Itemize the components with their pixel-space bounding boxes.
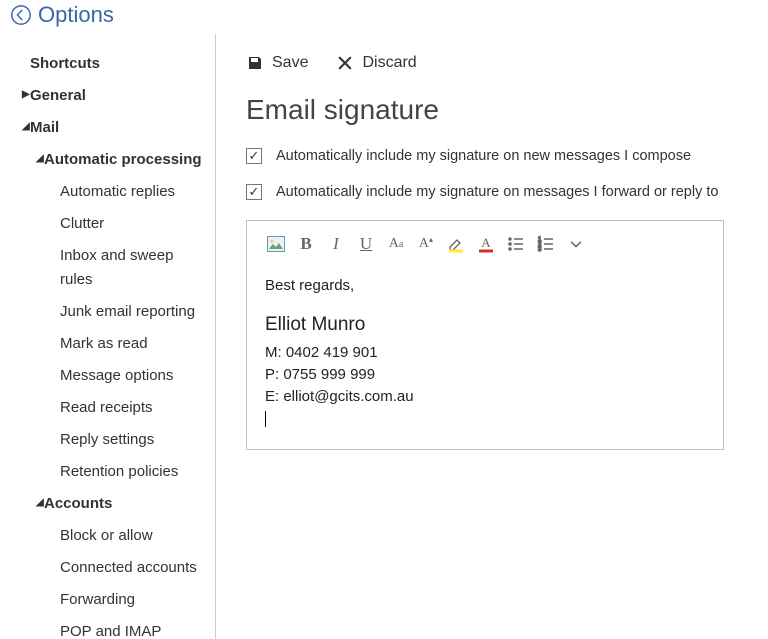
- insert-image-icon[interactable]: [261, 231, 291, 257]
- close-icon: [336, 54, 354, 72]
- nav-accounts-label: Accounts: [44, 495, 112, 512]
- checkbox-icon: ✓: [246, 148, 262, 164]
- save-icon: [246, 54, 264, 72]
- page-title: Email signature: [246, 94, 738, 126]
- italic-icon[interactable]: I: [321, 231, 351, 257]
- font-color-icon[interactable]: A: [471, 231, 501, 257]
- sig-greeting: Best regards,: [265, 275, 705, 297]
- bullet-list-icon[interactable]: [501, 231, 531, 257]
- signature-textarea[interactable]: Best regards, Elliot Munro M: 0402 419 9…: [247, 265, 723, 449]
- font-size-icon[interactable]: Aa: [381, 231, 411, 257]
- sidebar: Shortcuts ▶General ◢Mail ◢Automatic proc…: [0, 34, 216, 639]
- nav-reply-settings[interactable]: Reply settings: [0, 424, 215, 456]
- main-content: Save Discard Email signature ✓ Automatic…: [216, 34, 768, 639]
- nav-pop-imap[interactable]: POP and IMAP: [0, 616, 215, 639]
- chevron-down-icon: ◢: [22, 119, 30, 135]
- checkbox-icon: ✓: [246, 184, 262, 200]
- sig-email: E: elliot@gcits.com.au: [265, 386, 705, 408]
- nav-auto-processing[interactable]: ◢Automatic processing: [0, 144, 215, 176]
- chevron-down-icon: ◢: [36, 151, 44, 167]
- sig-name: Elliot Munro: [265, 311, 705, 339]
- font-grow-icon[interactable]: A▴: [411, 231, 441, 257]
- bold-icon[interactable]: B: [291, 231, 321, 257]
- nav-junk-email[interactable]: Junk email reporting: [0, 296, 215, 328]
- discard-label: Discard: [362, 54, 416, 72]
- nav-connected-accounts[interactable]: Connected accounts: [0, 552, 215, 584]
- nav-general[interactable]: ▶General: [0, 80, 215, 112]
- sig-phone: P: 0755 999 999: [265, 364, 705, 386]
- underline-icon[interactable]: U: [351, 231, 381, 257]
- app-root: Options Shortcuts ▶General ◢Mail ◢Automa…: [0, 0, 768, 639]
- signature-editor: B I U Aa A▴ A 123: [246, 220, 724, 450]
- nav-shortcuts[interactable]: Shortcuts: [0, 48, 215, 80]
- nav-message-options[interactable]: Message options: [0, 360, 215, 392]
- nav-forwarding[interactable]: Forwarding: [0, 584, 215, 616]
- nav-inbox-sweep[interactable]: Inbox and sweep rules: [0, 240, 215, 296]
- svg-text:A: A: [481, 235, 491, 250]
- body: Shortcuts ▶General ◢Mail ◢Automatic proc…: [0, 34, 768, 639]
- checkbox-new-messages-label: Automatically include my signature on ne…: [276, 148, 691, 164]
- save-button[interactable]: Save: [246, 54, 308, 72]
- checkbox-fwd-reply-label: Automatically include my signature on me…: [276, 184, 718, 200]
- save-label: Save: [272, 54, 308, 72]
- nav-automatic-replies[interactable]: Automatic replies: [0, 176, 215, 208]
- nav-block-allow[interactable]: Block or allow: [0, 520, 215, 552]
- page-header: Options: [0, 0, 768, 34]
- nav-auto-processing-label: Automatic processing: [44, 151, 202, 168]
- nav-mail[interactable]: ◢Mail: [0, 112, 215, 144]
- more-options-icon[interactable]: [561, 231, 591, 257]
- back-icon[interactable]: [10, 4, 32, 26]
- nav-general-label: General: [30, 87, 86, 104]
- nav-mark-as-read[interactable]: Mark as read: [0, 328, 215, 360]
- highlight-icon[interactable]: [441, 231, 471, 257]
- chevron-right-icon: ▶: [22, 87, 30, 103]
- number-list-icon[interactable]: 123: [531, 231, 561, 257]
- action-bar: Save Discard: [246, 54, 738, 72]
- nav-mail-label: Mail: [30, 119, 59, 136]
- checkbox-new-messages[interactable]: ✓ Automatically include my signature on …: [246, 148, 738, 164]
- nav-clutter[interactable]: Clutter: [0, 208, 215, 240]
- svg-text:3: 3: [538, 247, 542, 253]
- chevron-down-icon: ◢: [36, 495, 44, 511]
- nav-accounts[interactable]: ◢Accounts: [0, 488, 215, 520]
- editor-toolbar: B I U Aa A▴ A 123: [247, 221, 723, 265]
- text-caret: [265, 411, 266, 427]
- header-title: Options: [38, 2, 114, 28]
- nav-retention-policies[interactable]: Retention policies: [0, 456, 215, 488]
- checkbox-fwd-reply[interactable]: ✓ Automatically include my signature on …: [246, 184, 738, 200]
- nav-read-receipts[interactable]: Read receipts: [0, 392, 215, 424]
- sig-mobile: M: 0402 419 901: [265, 342, 705, 364]
- discard-button[interactable]: Discard: [336, 54, 416, 72]
